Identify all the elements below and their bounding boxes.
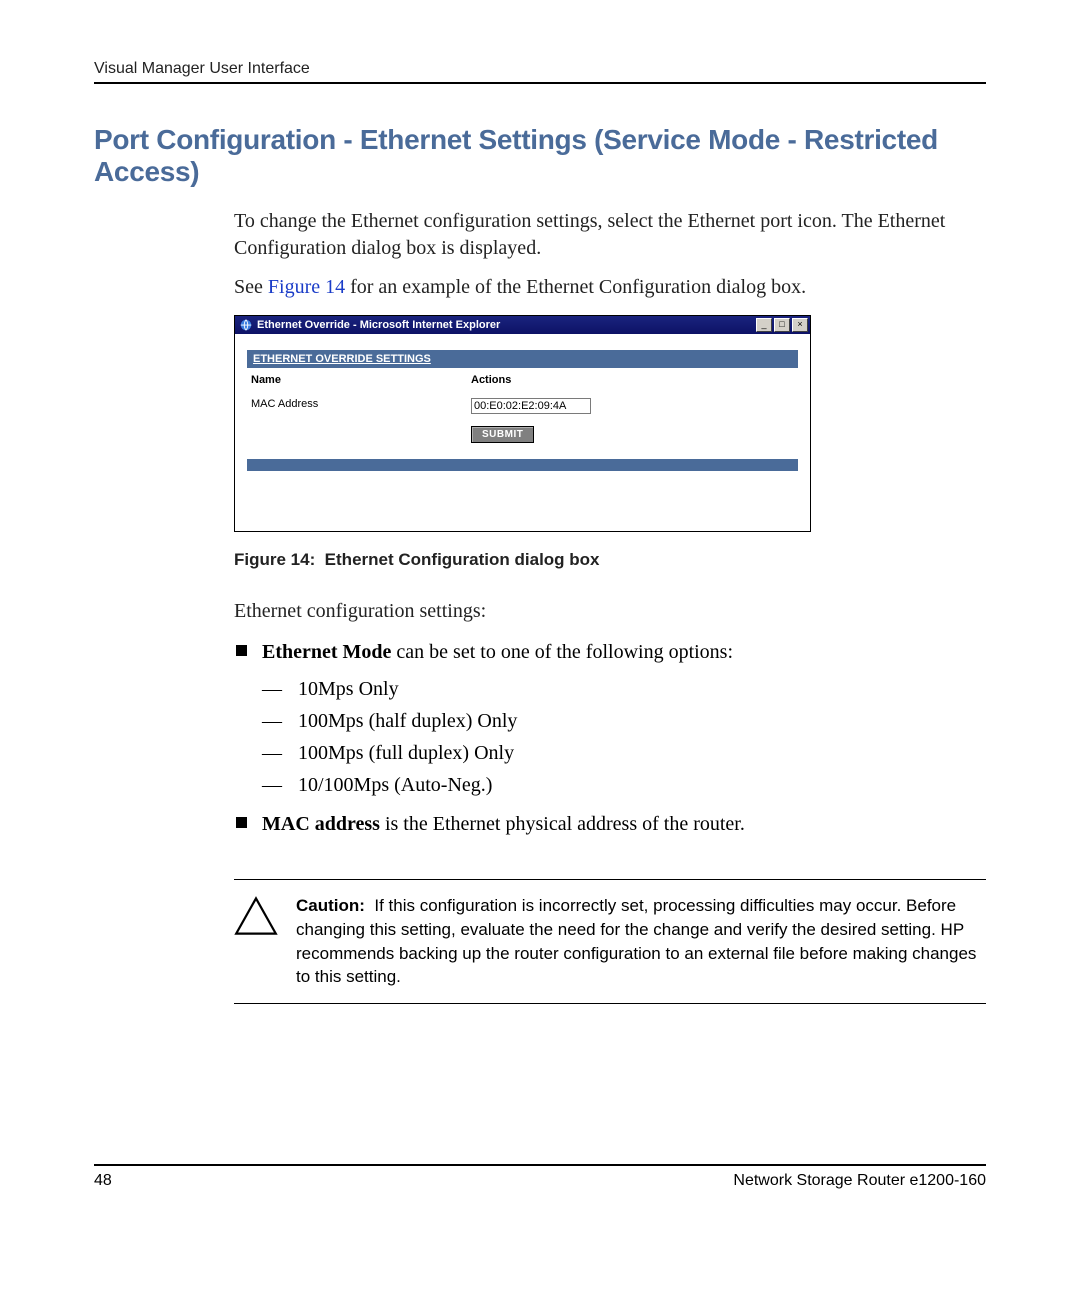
mac-address-input[interactable]	[471, 398, 591, 414]
submit-button[interactable]: SUBMIT	[471, 426, 534, 443]
caution-body: If this configuration is incorrectly set…	[296, 896, 976, 986]
settings-panel-header: ETHERNET OVERRIDE SETTINGS	[247, 350, 798, 368]
caution-label: Caution:	[296, 896, 374, 915]
list-item-ethernet-mode: Ethernet Mode can be set to one of the f…	[262, 637, 986, 801]
col-name-header: Name	[251, 374, 471, 386]
footer-product: Network Storage Router e1200-160	[733, 1172, 986, 1190]
window-title: Ethernet Override - Microsoft Internet E…	[257, 319, 756, 331]
ethernet-mode-term: Ethernet Mode	[262, 641, 391, 663]
intro2-pre: See	[234, 276, 268, 298]
col-actions-header: Actions	[471, 374, 794, 386]
intro-para-1: To change the Ethernet configuration set…	[234, 208, 986, 262]
intro2-post: for an example of the Ethernet Configura…	[345, 276, 806, 298]
figure-caption: Figure 14: Ethernet Configuration dialog…	[234, 550, 986, 570]
mode-option-3: 100Mps (full duplex) Only	[298, 737, 986, 769]
mac-address-desc: is the Ethernet physical address of the …	[380, 813, 745, 835]
caution-icon	[234, 894, 296, 989]
mode-option-2: 100Mps (half duplex) Only	[298, 705, 986, 737]
ie-icon	[239, 318, 253, 332]
dialog-bottom-bar	[247, 459, 798, 471]
section-title: Port Configuration - Ethernet Settings (…	[94, 124, 986, 188]
intro-para-2: See Figure 14 for an example of the Ethe…	[234, 274, 986, 301]
mac-address-label: MAC Address	[251, 398, 471, 414]
figure-crossref[interactable]: Figure 14	[268, 276, 345, 298]
window-titlebar: Ethernet Override - Microsoft Internet E…	[235, 316, 810, 334]
mode-option-1: 10Mps Only	[298, 673, 986, 705]
page-number: 48	[94, 1172, 112, 1190]
mac-address-term: MAC address	[262, 813, 380, 835]
settings-lead: Ethernet configuration settings:	[234, 598, 986, 625]
minimize-button[interactable]: _	[756, 318, 772, 332]
close-button[interactable]: ×	[792, 318, 808, 332]
running-head: Visual Manager User Interface	[94, 60, 986, 84]
ethernet-mode-desc: can be set to one of the following optio…	[391, 641, 733, 663]
list-item-mac-address: MAC address is the Ethernet physical add…	[262, 809, 986, 839]
ethernet-dialog: Ethernet Override - Microsoft Internet E…	[234, 315, 811, 532]
maximize-button[interactable]: □	[774, 318, 790, 332]
caution-block: Caution: If this configuration is incorr…	[234, 879, 986, 1004]
mode-option-4: 10/100Mps (Auto-Neg.)	[298, 769, 986, 801]
